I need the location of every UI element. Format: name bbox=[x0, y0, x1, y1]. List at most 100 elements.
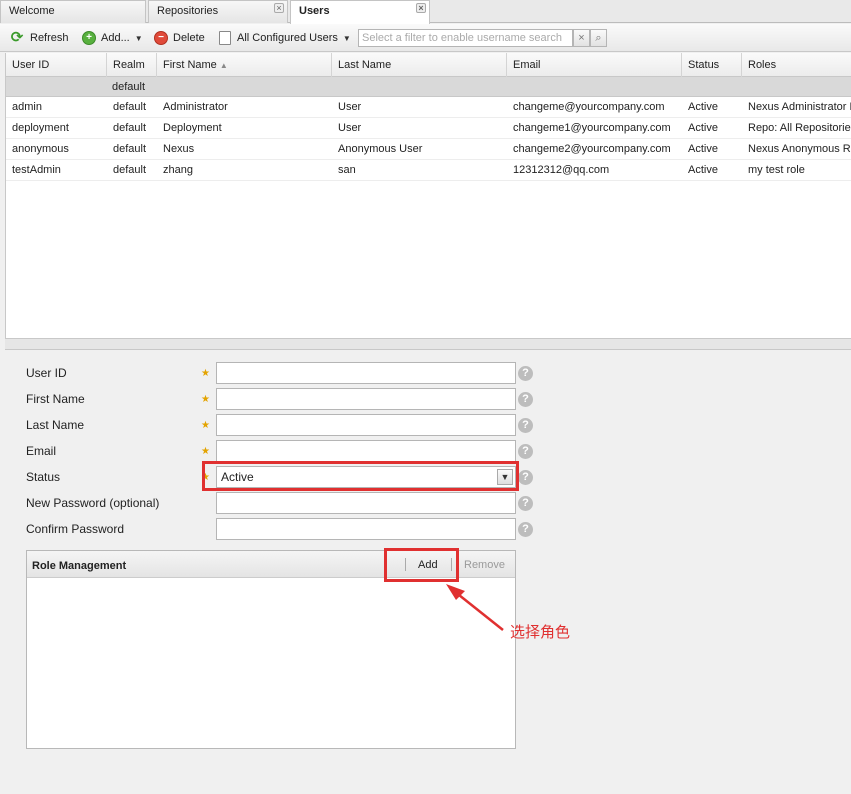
user-id-field[interactable] bbox=[216, 362, 516, 384]
help-icon[interactable]: ? bbox=[518, 366, 533, 381]
username-filter-input[interactable]: Select a filter to enable username searc… bbox=[358, 29, 573, 47]
close-icon[interactable]: × bbox=[416, 3, 426, 13]
delete-button[interactable]: − Delete bbox=[154, 29, 205, 47]
column-header-last-name[interactable]: Last Name bbox=[332, 53, 507, 77]
group-row-default[interactable]: default bbox=[6, 77, 851, 97]
add-label: Add... bbox=[101, 32, 130, 44]
annotation-arrow-icon bbox=[446, 584, 504, 631]
user-scope-dropdown[interactable]: All Configured Users ▼ bbox=[219, 29, 351, 47]
last-name-label: Last Name bbox=[26, 418, 85, 432]
close-icon[interactable]: × bbox=[274, 3, 284, 13]
column-label: User ID bbox=[12, 59, 50, 71]
toolbar-separator bbox=[405, 558, 406, 571]
annotation-label: 选择角色 bbox=[510, 623, 571, 641]
cell-roles: Nexus Anonymous Role bbox=[748, 143, 851, 155]
clear-filter-button[interactable]: × bbox=[573, 29, 590, 47]
column-header-realm[interactable]: Realm bbox=[107, 53, 157, 77]
help-icon[interactable]: ? bbox=[518, 392, 533, 407]
grid-header: User ID Realm First Name ▲ Last Name Ema… bbox=[6, 53, 851, 77]
help-icon[interactable]: ? bbox=[518, 496, 533, 511]
column-header-roles[interactable]: Roles bbox=[742, 53, 851, 77]
required-star-icon: ★ bbox=[201, 368, 210, 379]
cell-first-name: Administrator bbox=[163, 101, 228, 113]
status-select[interactable]: Active ▼ bbox=[216, 466, 516, 488]
users-toolbar: ⟳ Refresh + Add... ▼ − Delete All Config… bbox=[0, 24, 851, 52]
last-name-field[interactable] bbox=[216, 414, 516, 436]
email-label: Email bbox=[26, 444, 57, 458]
cell-last-name: User bbox=[338, 122, 362, 134]
tab-repositories[interactable]: Repositories × bbox=[148, 0, 288, 23]
search-button[interactable]: ⌕ bbox=[590, 29, 607, 47]
required-star-icon: ★ bbox=[201, 472, 210, 483]
help-icon[interactable]: ? bbox=[518, 418, 533, 433]
table-row[interactable]: testAdmin default zhang san 12312312@qq.… bbox=[6, 160, 851, 181]
help-icon[interactable]: ? bbox=[518, 522, 533, 537]
cell-realm: default bbox=[113, 164, 147, 176]
cell-roles: my test role bbox=[748, 164, 805, 176]
column-header-email[interactable]: Email bbox=[507, 53, 682, 77]
status-value: Active bbox=[221, 470, 254, 484]
new-password-field[interactable] bbox=[216, 492, 516, 514]
document-icon bbox=[219, 31, 231, 45]
table-row[interactable]: deployment default Deployment User chang… bbox=[6, 118, 851, 139]
column-header-user-id[interactable]: User ID bbox=[6, 53, 107, 77]
remove-role-button[interactable]: Remove bbox=[464, 559, 505, 571]
new-password-label: New Password (optional) bbox=[26, 496, 160, 510]
table-row[interactable]: admin default Administrator User changem… bbox=[6, 97, 851, 118]
role-management-header: Role Management Add Remove bbox=[27, 551, 515, 578]
refresh-button[interactable]: ⟳ Refresh bbox=[9, 29, 69, 47]
tab-label: Repositories bbox=[157, 5, 219, 17]
cell-roles: Repo: All Repositories (Full Control) bbox=[748, 122, 851, 134]
add-user-button[interactable]: + Add... ▼ bbox=[82, 29, 143, 47]
status-label: Status bbox=[26, 470, 61, 484]
tab-welcome[interactable]: Welcome bbox=[0, 0, 146, 23]
cell-last-name: san bbox=[338, 164, 356, 176]
cell-first-name: Deployment bbox=[163, 122, 222, 134]
tab-users[interactable]: Users × bbox=[290, 0, 430, 24]
email-field[interactable] bbox=[216, 440, 516, 462]
column-header-first-name[interactable]: First Name ▲ bbox=[157, 53, 332, 77]
help-icon[interactable]: ? bbox=[518, 470, 533, 485]
panel-splitter[interactable] bbox=[5, 338, 851, 350]
cell-email: changeme2@yourcompany.com bbox=[513, 143, 671, 155]
refresh-icon: ⟳ bbox=[10, 29, 24, 46]
cell-realm: default bbox=[113, 101, 147, 113]
column-label: First Name bbox=[163, 59, 217, 71]
column-header-status[interactable]: Status bbox=[682, 53, 742, 77]
cell-realm: default bbox=[113, 122, 147, 134]
cell-status: Active bbox=[688, 101, 718, 113]
column-label: Email bbox=[513, 59, 541, 71]
cell-status: Active bbox=[688, 164, 718, 176]
search-icon: ⌕ bbox=[595, 32, 602, 44]
cell-realm: default bbox=[113, 143, 147, 155]
chevron-down-icon[interactable]: ▼ bbox=[497, 469, 513, 485]
required-star-icon: ★ bbox=[201, 420, 210, 431]
cell-email: changeme1@yourcompany.com bbox=[513, 122, 671, 134]
confirm-password-field[interactable] bbox=[216, 518, 516, 540]
delete-label: Delete bbox=[173, 32, 205, 44]
table-row[interactable]: anonymous default Nexus Anonymous User c… bbox=[6, 139, 851, 160]
close-icon: × bbox=[578, 32, 585, 44]
role-management-title: Role Management bbox=[32, 560, 127, 572]
users-grid: User ID Realm First Name ▲ Last Name Ema… bbox=[5, 53, 851, 338]
group-label: default bbox=[112, 81, 146, 93]
chevron-down-icon: ▼ bbox=[134, 33, 143, 43]
cell-roles: Nexus Administrator Role bbox=[748, 101, 851, 113]
first-name-label: First Name bbox=[26, 392, 85, 406]
cell-first-name: Nexus bbox=[163, 143, 195, 155]
tab-strip: Welcome Repositories × Users × bbox=[0, 0, 851, 24]
tab-label: Welcome bbox=[9, 5, 55, 17]
required-star-icon: ★ bbox=[201, 446, 210, 457]
cell-user-id: admin bbox=[12, 101, 42, 113]
help-icon[interactable]: ? bbox=[518, 444, 533, 459]
first-name-field[interactable] bbox=[216, 388, 516, 410]
column-label: Last Name bbox=[338, 59, 392, 71]
filter-placeholder: Select a filter to enable username searc… bbox=[362, 32, 562, 44]
column-label: Status bbox=[688, 59, 720, 71]
cell-email: 12312312@qq.com bbox=[513, 164, 610, 176]
required-star-icon: ★ bbox=[201, 394, 210, 405]
cell-email: changeme@yourcompany.com bbox=[513, 101, 665, 113]
add-role-button[interactable]: Add bbox=[418, 559, 438, 571]
cell-status: Active bbox=[688, 122, 718, 134]
tab-label: Users bbox=[299, 5, 330, 17]
